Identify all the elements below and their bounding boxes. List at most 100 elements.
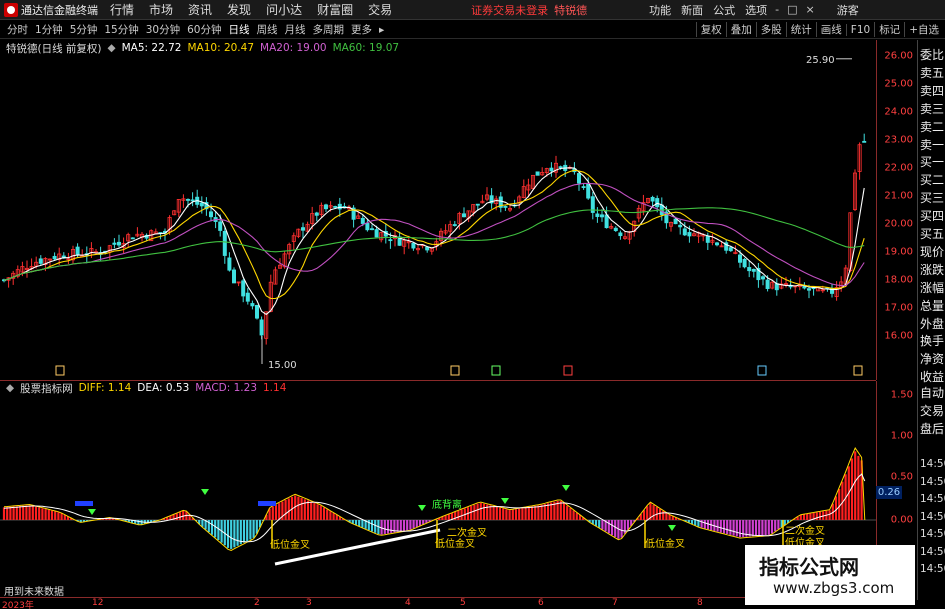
chevron-right-icon[interactable]: ▸ [379,24,384,36]
date-tick: 3 [306,598,312,608]
candle-body [245,292,250,302]
side-panel-item[interactable]: 卖三 [920,100,944,117]
side-panel-item[interactable]: 14:50 [920,563,945,575]
side-panel-item[interactable]: 14:50 [920,458,945,470]
candle-body [452,224,457,226]
macd-signal-label: 二次金叉 [447,526,487,539]
side-panel-item[interactable]: 买二 [920,171,944,188]
period-weekly[interactable]: 周线 [257,22,278,37]
candle-body [333,206,338,208]
candle-body [738,254,743,263]
macd-signal-label: 二次金叉 [785,524,825,537]
side-panel-item[interactable]: 卖二 [920,118,944,135]
period-1min[interactable]: 1分钟 [35,22,63,37]
side-panel-item[interactable]: 净资 [920,350,944,367]
side-panel-item[interactable]: 收益 [920,368,944,385]
stock-name: 特锐德 [554,3,588,17]
menu-trade[interactable]: 交易 [368,1,392,18]
minimize-icon[interactable]: - [775,3,779,16]
candle-body [185,198,190,201]
side-panel-item[interactable]: 买一 [920,153,944,170]
side-panel-item[interactable]: 自动 [920,384,944,401]
side-panel-item[interactable]: 交易 [920,402,944,419]
menu-formula[interactable]: 公式 [713,2,735,18]
multi-stock-button[interactable]: 多股 [755,22,786,37]
period-multi[interactable]: 多周期 [313,22,345,37]
ma20-line [3,182,865,287]
signal-block [75,501,93,506]
candle-body [259,319,264,336]
side-panel-item[interactable]: 卖一 [920,136,944,153]
candle-body [337,203,342,210]
menu-wealth[interactable]: 财富圈 [317,1,353,18]
side-panel: 委比 卖五 卖四 卖三 卖二 卖一 买一 买二 买三 买四 买五 现价 涨跌 涨幅 总量 外盘 换手 净资 收益 自动… [917,40,945,600]
guest-label[interactable]: 游客 [837,2,859,18]
menu-market[interactable]: 市场 [149,1,173,18]
period-5min[interactable]: 5分钟 [70,22,98,37]
overlay-button[interactable]: 叠加 [725,22,756,37]
menu-options[interactable]: 选项 [745,2,767,18]
candle-body [208,211,213,218]
price-tick: 25.00 [884,78,913,90]
arrow-down-icon [562,485,570,491]
menu-quotes[interactable]: 行情 [110,1,134,18]
side-panel-item[interactable]: 卖四 [920,82,944,99]
login-status[interactable]: 证券交易未登录 [471,2,548,18]
side-panel-item[interactable]: 买五 [920,225,944,242]
menu-discover[interactable]: 发现 [227,1,251,18]
side-panel-item[interactable]: 买四 [920,207,944,224]
side-panel-item[interactable]: 换手 [920,332,944,349]
menu-ask[interactable]: 问小达 [266,1,302,18]
side-panel-item[interactable]: 卖五 [920,64,944,81]
candle-body [742,258,747,268]
candle-body [600,214,605,218]
side-panel-item[interactable]: 14:50 [920,511,945,523]
side-panel-item[interactable]: 委比 [920,46,944,63]
side-panel-item[interactable]: 外盘 [920,315,944,332]
price-tick: 24.00 [884,106,913,118]
period-daily[interactable]: 日线 [229,22,250,37]
f10-button[interactable]: F10 [845,23,874,36]
candlestick-chart[interactable]: 25.90 15.00 [0,40,876,380]
menu-function[interactable]: 功能 [649,2,671,18]
side-panel-item[interactable]: 总量 [920,297,944,314]
future-data-hint: 用到未来数据 [4,587,64,598]
mark-button[interactable]: 标记 [874,22,904,37]
period-monthly[interactable]: 月线 [285,22,306,37]
period-tick[interactable]: 分时 [7,22,28,37]
menu-news[interactable]: 资讯 [188,1,212,18]
side-panel-item[interactable]: 14:50 [920,493,945,505]
adjust-button[interactable]: 复权 [695,22,726,37]
side-panel-item[interactable]: 14:50 [920,546,945,558]
side-panel-item[interactable]: 盘后 [920,420,944,437]
candle-body [388,239,393,242]
side-panel-item[interactable]: 现价 [920,243,944,260]
watermark-title: 指标公式网 [759,555,859,579]
candle-body [807,288,812,291]
side-panel-item[interactable]: 14:50 [920,476,945,488]
side-panel-item[interactable]: 14:50 [920,528,945,540]
candle-body [323,204,328,210]
close-icon[interactable]: × [806,3,815,16]
side-panel-item[interactable]: 涨幅 [920,279,944,296]
candle-body [687,232,692,237]
period-more[interactable]: 更多 [351,22,372,37]
candle-body [586,183,591,199]
candle-body [618,232,623,237]
candle-body [218,221,223,231]
stats-button[interactable]: 统计 [785,22,816,37]
draw-line-button[interactable]: 画线 [815,22,846,37]
candle-body [595,213,600,217]
candle-body [475,203,480,206]
menu-new-page[interactable]: 新面 [681,2,703,18]
side-panel-item[interactable]: 涨跌 [920,261,944,278]
period-30min[interactable]: 30分钟 [146,22,180,37]
candle-body [231,269,236,284]
period-60min[interactable]: 60分钟 [187,22,221,37]
period-15min[interactable]: 15分钟 [104,22,138,37]
side-panel-item[interactable]: 买三 [920,189,944,206]
maximize-icon[interactable]: □ [787,3,797,16]
arrow-down-icon [418,505,426,511]
add-favorite-button[interactable]: +自选 [904,22,943,37]
arrow-down-icon [501,498,509,504]
